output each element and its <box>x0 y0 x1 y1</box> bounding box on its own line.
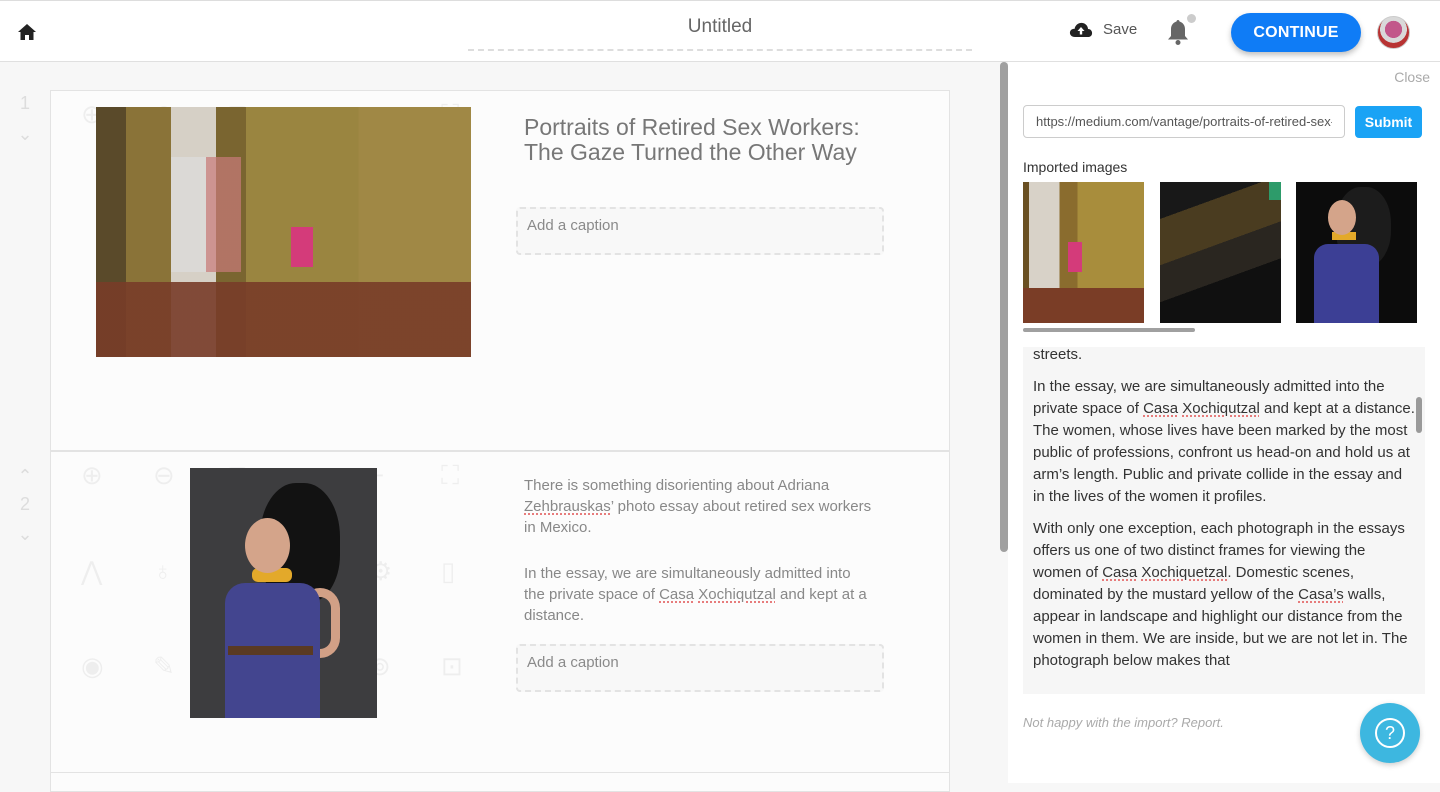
imported-article-text[interactable]: streets. In the essay, we are simultaneo… <box>1023 347 1425 694</box>
submit-button[interactable]: Submit <box>1355 106 1422 138</box>
close-button[interactable]: Close <box>1394 69 1430 85</box>
block-2-text[interactable]: There is something disorienting about Ad… <box>524 475 874 651</box>
block-number-2: 2 <box>19 494 30 514</box>
caption-input[interactable]: Add a caption <box>516 644 884 692</box>
cloud-upload-icon <box>1069 22 1093 37</box>
editor-block-2[interactable]: ⊕⊖▢⌂⌐⛶⋀♁⚙▯◉✎⊚⊡ There is something disori… <box>50 451 950 773</box>
caption-input[interactable]: Add a caption <box>516 207 884 255</box>
home-icon[interactable] <box>17 23 37 41</box>
user-avatar[interactable] <box>1377 16 1410 49</box>
headline[interactable]: Portraits of Retired Sex Workers: The Ga… <box>524 115 874 165</box>
chevron-down-icon[interactable]: ⌄ <box>0 524 50 545</box>
imported-image-thumbnail[interactable] <box>1296 182 1417 323</box>
bell-icon[interactable] <box>1166 18 1190 46</box>
question-icon: ? <box>1375 718 1405 748</box>
help-button[interactable]: ? <box>1360 703 1420 763</box>
editor-block-1[interactable]: ⊕⊖▢⌂⌐⛶ Portraits of Retired Sex Workers:… <box>50 90 950 451</box>
editor-block-3[interactable] <box>50 772 950 792</box>
continue-button[interactable]: CONTINUE <box>1231 13 1361 52</box>
imported-image-thumbnail[interactable] <box>1160 182 1281 323</box>
imported-images-label: Imported images <box>1023 159 1128 175</box>
import-panel: Close Submit Imported images streets. In… <box>1008 62 1440 783</box>
paragraph[interactable]: In the essay, we are simultaneously admi… <box>524 563 874 626</box>
url-input[interactable] <box>1023 105 1345 138</box>
article-paragraph: streets. <box>1033 347 1083 363</box>
article-paragraph: In the essay, we are simultaneously admi… <box>1033 378 1415 505</box>
block-2-photo[interactable] <box>190 468 377 718</box>
notification-dot <box>1187 14 1196 23</box>
block-1-photo[interactable] <box>96 107 471 357</box>
imported-image-thumbnail[interactable] <box>1023 182 1144 323</box>
thumbnails-scrollbar[interactable] <box>1023 328 1195 332</box>
save-button[interactable]: Save <box>1069 21 1137 38</box>
paragraph[interactable]: There is something disorienting about Ad… <box>524 475 874 538</box>
top-bar: Untitled Save CONTINUE <box>0 0 1440 62</box>
block-1-text[interactable]: Portraits of Retired Sex Workers: The Ga… <box>524 115 874 165</box>
chevron-down-icon[interactable]: ⌄ <box>0 124 50 145</box>
article-scrollbar[interactable] <box>1416 397 1422 433</box>
editor-scrollbar[interactable] <box>1000 62 1008 552</box>
article-paragraph: With only one exception, each photograph… <box>1033 520 1408 669</box>
report-import-link[interactable]: Not happy with the import? Report. <box>1023 715 1224 730</box>
chevron-up-icon[interactable]: ⌃ <box>0 466 50 487</box>
block-number-1: 1 <box>19 93 30 113</box>
save-label: Save <box>1103 21 1138 38</box>
document-title[interactable]: Untitled <box>468 13 972 51</box>
